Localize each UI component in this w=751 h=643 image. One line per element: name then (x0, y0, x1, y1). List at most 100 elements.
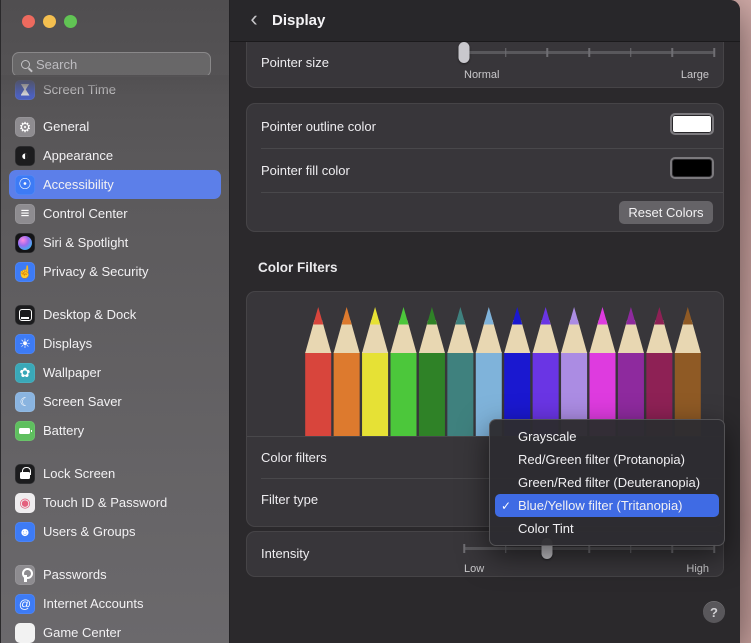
sidebar-group: ⚙General◐Appearance ☉ Accessibility ≡Contro… (9, 112, 221, 286)
sidebar-item-displays[interactable]: ☀Displays (9, 329, 221, 358)
pencil (589, 320, 615, 353)
pointer-size-handle[interactable] (459, 42, 470, 63)
zoom-window-button[interactable] (64, 15, 77, 28)
sidebar-item-label: Screen Time (43, 82, 116, 97)
menu-item-label: Red/Green filter (Protanopia) (518, 452, 685, 467)
pointer-colors-card: Pointer outline color Pointer fill color… (246, 103, 724, 232)
back-button[interactable]: ‹ (244, 19, 264, 22)
sidebar-item-privacy-security[interactable]: ☝Privacy & Security (9, 257, 221, 286)
sidebar-item-appearance[interactable]: ◐Appearance (9, 141, 221, 170)
sidebar-item-siri-spotlight[interactable]: Siri & Spotlight (9, 228, 221, 257)
pointer-size-slider[interactable] (464, 41, 714, 63)
sidebar-item-label: Accessibility (43, 177, 114, 192)
pencil (541, 307, 551, 325)
pencil (427, 307, 437, 325)
sidebar-item-label: Users & Groups (43, 524, 135, 539)
sidebar-item-label: Desktop & Dock (43, 307, 136, 322)
pencil (362, 320, 388, 353)
sidebar-item-label: Internet Accounts (43, 596, 143, 611)
lock-icon (15, 464, 35, 484)
sidebar-group: Screen Time (9, 75, 221, 104)
pencil (569, 307, 579, 325)
moon-icon: ☾ (15, 392, 35, 412)
menu-item-red-green-filter-protanopia[interactable]: Red/Green filter (Protanopia) (495, 448, 719, 471)
sidebar-item-game-center[interactable]: Game Center (9, 618, 221, 643)
sidebar-item-accessibility[interactable]: ☉ Accessibility (9, 170, 221, 199)
sidebar-item-wallpaper[interactable]: ✿Wallpaper (9, 358, 221, 387)
slider-tick (713, 48, 715, 57)
pointer-size-max-label: Large (681, 69, 709, 81)
sidebar-item-label: Lock Screen (43, 466, 115, 481)
at-icon: @ (15, 594, 35, 614)
sidebar-item-battery[interactable]: Battery (9, 416, 221, 445)
menu-item-blue-yellow-filter-tritanopia[interactable]: ✓Blue/Yellow filter (Tritanopia) (495, 494, 719, 517)
screen: Screen Time ⚙General◐Appearance ☉ Accessibi… (0, 0, 751, 643)
dock-icon (15, 305, 35, 325)
sidebar-item-passwords[interactable]: Passwords (9, 560, 221, 589)
slider-tick (588, 48, 590, 57)
slider-tick (505, 48, 507, 57)
sidebar-item-screen-time[interactable]: Screen Time (9, 75, 221, 104)
pencil (598, 307, 608, 325)
pencil (399, 307, 409, 325)
pointer-fill-color-swatch[interactable] (670, 157, 714, 179)
sidebar-item-label: Touch ID & Password (43, 495, 167, 510)
filter-type-menu: Grayscale Red/Green filter (Protanopia) Gr… (489, 419, 725, 546)
sidebar-item-internet-accounts[interactable]: @ Internet Accounts (9, 589, 221, 618)
sidebar-item-label: Screen Saver (43, 394, 122, 409)
pointer-size-label: Pointer size (261, 55, 329, 70)
sidebar: Screen Time ⚙General◐Appearance ☉ Accessibi… (0, 0, 229, 643)
menu-item-label: Color Tint (518, 521, 574, 536)
intensity-min-label: Low (464, 563, 484, 575)
pencil (675, 320, 701, 353)
sidebar-item-lock-screen[interactable]: Lock Screen (9, 459, 221, 488)
pencil (683, 307, 693, 325)
slider-tick (630, 48, 632, 57)
color-pencils-image (304, 306, 702, 436)
close-window-button[interactable] (22, 15, 35, 28)
pencil (342, 307, 352, 325)
sidebar-item-touch-id-password[interactable]: ◉Touch ID & Password (9, 488, 221, 517)
reset-colors-button[interactable]: Reset Colors (619, 201, 713, 224)
menu-item-green-red-filter-deuteranopia[interactable]: Green/Red filter (Deuteranopia) (495, 471, 719, 494)
hourglass-icon (15, 80, 35, 100)
help-button[interactable]: ? (703, 601, 725, 623)
search-field[interactable] (12, 52, 211, 77)
pane-header: ‹ Display (230, 0, 740, 42)
sidebar-item-label: General (43, 119, 89, 134)
pencil (455, 307, 465, 325)
minimize-window-button[interactable] (43, 15, 56, 28)
pencil (484, 307, 494, 325)
pencil (618, 320, 644, 353)
pencil (419, 352, 445, 436)
pencil (512, 307, 522, 325)
sidebar-item-general[interactable]: ⚙General (9, 112, 221, 141)
pointer-outline-color-swatch[interactable] (670, 113, 714, 135)
sidebar-group: Lock Screen ◉Touch ID & Password☻Users & … (9, 459, 221, 546)
pencil (390, 320, 416, 353)
siri-icon (15, 233, 35, 253)
menu-item-grayscale[interactable]: Grayscale (495, 425, 719, 448)
sidebar-item-label: Passwords (43, 567, 107, 582)
sidebar-item-label: Battery (43, 423, 84, 438)
slider-tick (463, 544, 465, 553)
search-input[interactable] (36, 57, 202, 72)
sidebar-item-label: Game Center (43, 625, 121, 640)
menu-item-color-tint[interactable]: Color Tint (495, 517, 719, 540)
sidebar-item-screen-saver[interactable]: ☾ Screen Saver (9, 387, 221, 416)
pencil (476, 320, 502, 353)
sidebar-item-label: Appearance (43, 148, 113, 163)
sidebar-item-desktop-dock[interactable]: Desktop & Dock (9, 300, 221, 329)
pencil (561, 320, 587, 353)
intensity-label: Intensity (261, 546, 309, 561)
pencil (305, 320, 331, 353)
menu-item-label: Green/Red filter (Deuteranopia) (518, 475, 700, 490)
search-icon (21, 60, 30, 69)
menu-item-label: Grayscale (518, 429, 577, 444)
hand-icon: ☝ (15, 262, 35, 282)
sidebar-item-control-center[interactable]: ≡Control Center (9, 199, 221, 228)
pencil (447, 352, 473, 436)
sidebar-item-users-groups[interactable]: ☻Users & Groups (9, 517, 221, 546)
sidebar-group: Desktop & Dock ☀Displays✿Wallpaper ☾ Screen… (9, 300, 221, 445)
accessibility-icon: ☉ (15, 175, 35, 195)
